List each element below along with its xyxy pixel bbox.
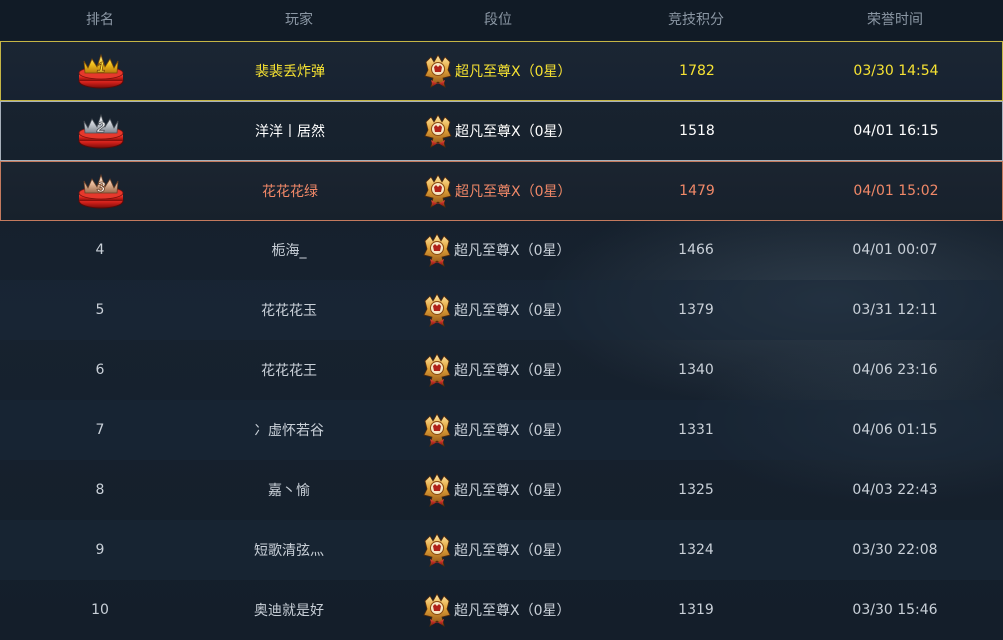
tier-cell: 超凡至尊Ⅹ（0星） bbox=[381, 162, 581, 220]
time-cell: 04/06 23:16 bbox=[852, 362, 938, 378]
tier-cell: 超凡至尊Ⅹ（0星） bbox=[380, 340, 580, 400]
time-cell: 04/06 01:15 bbox=[852, 422, 938, 438]
time-cell: 04/01 16:15 bbox=[853, 123, 939, 139]
player-name[interactable]: 奥迪就是好 bbox=[189, 580, 389, 640]
player-name[interactable]: 短歌清弦灬 bbox=[189, 520, 389, 580]
tier-label: 超凡至尊Ⅹ（0星） bbox=[454, 363, 571, 379]
rank-cell: 6 bbox=[95, 362, 105, 378]
score-cell: 1782 bbox=[679, 63, 715, 79]
svg-text:2: 2 bbox=[96, 119, 106, 136]
score-cell: 1466 bbox=[678, 242, 714, 258]
tier-cell: 超凡至尊Ⅹ（0星） bbox=[380, 460, 580, 520]
rank-cell: 4 bbox=[95, 242, 105, 258]
score-cell: 1479 bbox=[679, 183, 715, 199]
tier-cell: 超凡至尊Ⅹ（0星） bbox=[380, 400, 580, 460]
player-name[interactable]: 冫虚怀若谷 bbox=[189, 400, 389, 460]
gold-medal-icon: 1 bbox=[78, 53, 124, 89]
tier-cell: 超凡至尊Ⅹ（0星） bbox=[380, 580, 580, 640]
time-cell: 03/30 15:46 bbox=[852, 602, 938, 618]
tier-cell: 超凡至尊Ⅹ（0星） bbox=[381, 42, 581, 100]
score-cell: 1331 bbox=[678, 422, 714, 438]
tier-emblem-icon bbox=[422, 593, 452, 627]
tier-label: 超凡至尊Ⅹ（0星） bbox=[454, 543, 571, 559]
time-cell: 03/30 14:54 bbox=[853, 63, 939, 79]
tier-label: 超凡至尊Ⅹ（0星） bbox=[454, 243, 571, 259]
table-row[interactable]: 4 栀海_ 超凡至尊Ⅹ（0星） 1466 04/01 00:07 bbox=[0, 220, 1003, 280]
table-row[interactable]: 2 洋洋丨居然 超凡至尊Ⅹ（0星） 1518 04/01 16:15 bbox=[0, 101, 1003, 161]
rank-cell: 10 bbox=[91, 602, 109, 618]
header-tier: 段位 bbox=[484, 12, 512, 28]
score-cell: 1324 bbox=[678, 542, 714, 558]
tier-emblem-icon bbox=[422, 413, 452, 447]
tier-label: 超凡至尊Ⅹ（0星） bbox=[455, 64, 572, 80]
score-cell: 1325 bbox=[678, 482, 714, 498]
tier-emblem-icon bbox=[422, 533, 452, 567]
tier-label: 超凡至尊Ⅹ（0星） bbox=[454, 303, 571, 319]
score-cell: 1319 bbox=[678, 602, 714, 618]
rank-cell: 1 bbox=[1, 42, 201, 100]
player-name[interactable]: 嘉丶愉 bbox=[189, 460, 389, 520]
player-name[interactable]: 洋洋丨居然 bbox=[190, 102, 390, 160]
header-rank: 排名 bbox=[86, 12, 114, 28]
tier-cell: 超凡至尊Ⅹ（0星） bbox=[380, 220, 580, 280]
player-name[interactable]: 栀海_ bbox=[189, 220, 389, 280]
rank-cell: 5 bbox=[95, 302, 105, 318]
header-time: 荣誉时间 bbox=[867, 12, 923, 28]
tier-label: 超凡至尊Ⅹ（0星） bbox=[454, 603, 571, 619]
svg-text:1: 1 bbox=[97, 59, 105, 76]
time-cell: 03/31 12:11 bbox=[852, 302, 938, 318]
time-cell: 04/03 22:43 bbox=[852, 482, 938, 498]
time-cell: 04/01 15:02 bbox=[853, 183, 939, 199]
table-row[interactable]: 1 裴裴丢炸弹 超凡至尊Ⅹ（0星） 1782 03/30 14:54 bbox=[0, 41, 1003, 101]
table-row[interactable]: 3 花花花绿 超凡至尊Ⅹ（0星） 1479 04/01 15:02 bbox=[0, 161, 1003, 221]
player-name[interactable]: 花花花玉 bbox=[189, 280, 389, 340]
header-score: 竞技积分 bbox=[668, 12, 724, 28]
rank-cell: 3 bbox=[1, 162, 201, 220]
tier-emblem-icon bbox=[422, 473, 452, 507]
tier-label: 超凡至尊Ⅹ（0星） bbox=[454, 423, 571, 439]
table-row[interactable]: 7 冫虚怀若谷 超凡至尊Ⅹ（0星） 1331 04/06 01:15 bbox=[0, 400, 1003, 460]
time-cell: 04/01 00:07 bbox=[852, 242, 938, 258]
svg-text:3: 3 bbox=[97, 179, 106, 196]
tier-cell: 超凡至尊Ⅹ（0星） bbox=[381, 102, 581, 160]
table-row[interactable]: 5 花花花玉 超凡至尊Ⅹ（0星） 1379 03/31 12:11 bbox=[0, 280, 1003, 340]
rank-cell: 7 bbox=[95, 422, 105, 438]
bronze-medal-icon: 3 bbox=[78, 173, 124, 209]
tier-emblem-icon bbox=[422, 233, 452, 267]
rank-cell: 2 bbox=[1, 102, 201, 160]
table-header: 排名 玩家 段位 竞技积分 荣誉时间 bbox=[0, 0, 1003, 40]
silver-medal-icon: 2 bbox=[78, 113, 124, 149]
header-player: 玩家 bbox=[285, 12, 313, 28]
tier-cell: 超凡至尊Ⅹ（0星） bbox=[380, 520, 580, 580]
tier-emblem-icon bbox=[422, 353, 452, 387]
tier-emblem-icon bbox=[422, 293, 452, 327]
time-cell: 03/30 22:08 bbox=[852, 542, 938, 558]
tier-label: 超凡至尊Ⅹ（0星） bbox=[454, 483, 571, 499]
rank-cell: 9 bbox=[95, 542, 105, 558]
player-name[interactable]: 花花花王 bbox=[189, 340, 389, 400]
score-cell: 1340 bbox=[678, 362, 714, 378]
table-row[interactable]: 8 嘉丶愉 超凡至尊Ⅹ（0星） 1325 04/03 22:43 bbox=[0, 460, 1003, 520]
tier-cell: 超凡至尊Ⅹ（0星） bbox=[380, 280, 580, 340]
table-row[interactable]: 10 奥迪就是好 超凡至尊Ⅹ（0星） 1319 03/30 15:46 bbox=[0, 580, 1003, 640]
table-row[interactable]: 6 花花花王 超凡至尊Ⅹ（0星） 1340 04/06 23:16 bbox=[0, 340, 1003, 400]
tier-emblem-icon bbox=[423, 54, 453, 88]
score-cell: 1518 bbox=[679, 123, 715, 139]
tier-label: 超凡至尊Ⅹ（0星） bbox=[455, 184, 572, 200]
score-cell: 1379 bbox=[678, 302, 714, 318]
tier-emblem-icon bbox=[423, 114, 453, 148]
rank-cell: 8 bbox=[95, 482, 105, 498]
tier-emblem-icon bbox=[423, 174, 453, 208]
player-name[interactable]: 裴裴丢炸弹 bbox=[190, 42, 390, 100]
table-row[interactable]: 9 短歌清弦灬 超凡至尊Ⅹ（0星） 1324 03/30 22:08 bbox=[0, 520, 1003, 580]
tier-label: 超凡至尊Ⅹ（0星） bbox=[455, 124, 572, 140]
player-name[interactable]: 花花花绿 bbox=[190, 162, 390, 220]
